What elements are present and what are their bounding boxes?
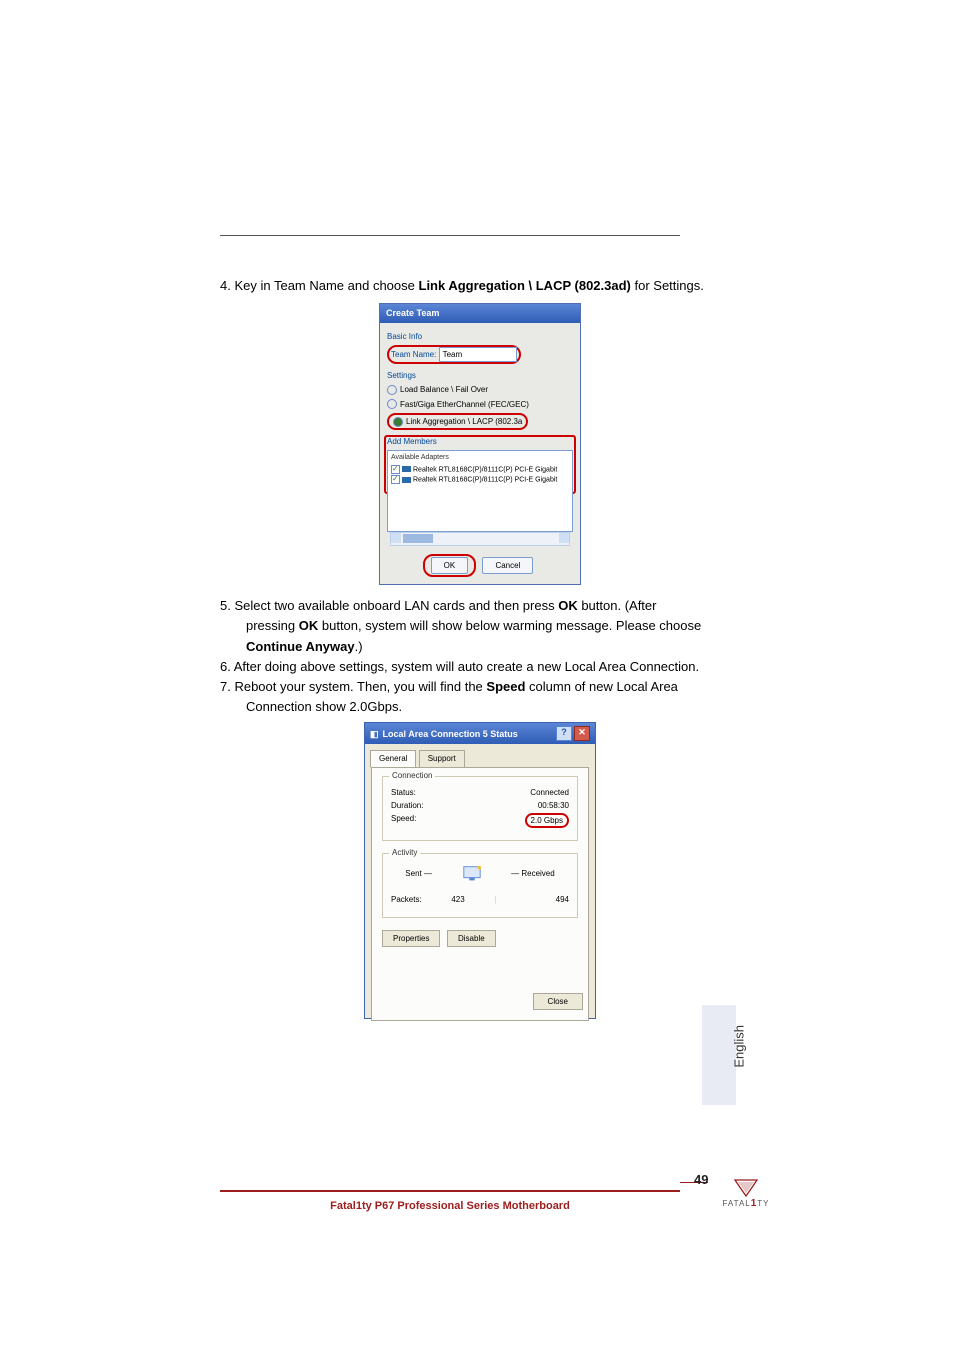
status-label: Status: <box>391 787 416 798</box>
t: column of new Local Area <box>529 679 678 694</box>
close-button[interactable]: Close <box>533 993 583 1010</box>
nic-icon <box>402 466 411 472</box>
t: 7. Reboot your system. Then, you will fi… <box>220 679 486 694</box>
t: .) <box>355 639 363 654</box>
status-pane: Connection Status: Connected Duration: 00:… <box>371 767 589 1021</box>
lacp-highlight: Link Aggregation \ LACP (802.3a <box>387 413 528 430</box>
radio-fec-gec[interactable]: Fast/Giga EtherChannel (FEC/GEC) <box>387 399 573 410</box>
step4-suffix: for Settings. <box>635 278 704 293</box>
nic-icon <box>402 477 411 483</box>
disable-button[interactable]: Disable <box>447 930 496 947</box>
top-divider <box>220 235 680 236</box>
duration-label: Duration: <box>391 800 423 811</box>
t: button. (After <box>581 598 656 613</box>
step-5-line3: Continue Anyway.) <box>246 638 740 656</box>
settings-label: Settings <box>387 370 573 381</box>
main-content: 4. Key in Team Name and choose Link Aggr… <box>220 275 740 1019</box>
status-title-text: Local Area Connection 5 Status <box>383 728 518 741</box>
ok-word-2: OK <box>299 618 319 633</box>
adapters-list[interactable]: Available Adapters Realtek RTL8168C(P)/8… <box>387 450 573 532</box>
scroll-left-icon[interactable] <box>391 533 401 543</box>
step4-prefix: 4. Key in Team Name and choose <box>220 278 419 293</box>
page-number: 49 <box>694 1172 708 1187</box>
activity-group: Activity Sent — — Received Packets: 423 … <box>382 853 578 918</box>
ok-highlight: OK <box>423 554 477 577</box>
team-name-input[interactable]: Team <box>439 347 517 362</box>
brand-ty: TY <box>757 1199 769 1208</box>
network-activity-icon <box>461 864 483 884</box>
scroll-thumb[interactable] <box>403 534 433 543</box>
tab-support[interactable]: Support <box>419 750 465 767</box>
radio-lacp[interactable]: Link Aggregation \ LACP (802.3a <box>387 413 573 430</box>
t: pressing <box>246 618 299 633</box>
language-label: English <box>732 1025 747 1068</box>
cancel-button[interactable]: Cancel <box>482 557 533 574</box>
available-adapters-header: Available Adapters <box>388 451 572 465</box>
sent-label: Sent <box>405 869 421 878</box>
t: 5. Select two available onboard LAN card… <box>220 598 558 613</box>
ok-word-1: OK <box>558 598 578 613</box>
adapter-row-1[interactable]: Realtek RTL8168C(P)/8111C(P) PCI-E Gigab… <box>388 465 572 475</box>
radio2-text: Fast/Giga EtherChannel (FEC/GEC) <box>400 400 529 409</box>
adapter-2-checkbox[interactable] <box>391 475 400 484</box>
list-scrollbar[interactable] <box>390 532 570 546</box>
footer-text: Fatal1ty P67 Professional Series Motherb… <box>220 1200 680 1212</box>
continue-anyway: Continue Anyway <box>246 639 355 654</box>
adapter-row-2[interactable]: Realtek RTL8168C(P)/8111C(P) PCI-E Gigab… <box>388 475 572 485</box>
step-7-line2: Connection show 2.0Gbps. <box>246 698 740 716</box>
help-icon[interactable]: ? <box>556 726 572 741</box>
status-window: ◧ Local Area Connection 5 Status ? ✕ Gen… <box>364 722 596 1019</box>
connection-legend: Connection <box>389 770 435 781</box>
adapter2-text: Realtek RTL8168C(P)/8111C(P) PCI-E Gigab… <box>413 476 557 483</box>
properties-button[interactable]: Properties <box>382 930 440 947</box>
step-5-line2: pressing OK button, system will show bel… <box>246 617 740 635</box>
speed-value: 2.0 Gbps <box>531 816 563 825</box>
status-window-icon: ◧ <box>370 728 379 741</box>
packets-received: 494 <box>496 894 569 905</box>
radio1-text: Load Balance \ Fail Over <box>400 385 488 394</box>
brand-word: FATAL1TY <box>722 1198 770 1209</box>
step-4: 4. Key in Team Name and choose Link Aggr… <box>220 277 740 295</box>
scroll-right-icon[interactable] <box>559 533 569 543</box>
step-5-line1: 5. Select two available onboard LAN card… <box>220 597 740 615</box>
tab-general[interactable]: General <box>370 750 416 767</box>
packets-sent: 423 <box>422 894 495 905</box>
radio3-text: Link Aggregation \ LACP (802.3a <box>406 417 522 426</box>
duration-value: 00:58:30 <box>538 800 569 811</box>
team-name-highlight: Team Name: Team <box>387 345 521 364</box>
footer-divider <box>220 1190 680 1192</box>
team-name-label: Team Name: <box>391 350 436 359</box>
speed-word: Speed <box>486 679 525 694</box>
speed-label: Speed: <box>391 813 416 828</box>
step-7-line1: 7. Reboot your system. Then, you will fi… <box>220 678 740 696</box>
status-buttons: Properties Disable <box>382 930 578 947</box>
status-tabs: General Support <box>370 749 595 766</box>
activity-legend: Activity <box>389 847 420 858</box>
connection-group: Connection Status:Connected Duration:00:… <box>382 776 578 842</box>
status-title-bar: ◧ Local Area Connection 5 Status ? ✕ <box>365 723 595 744</box>
t: button, system will show below warming m… <box>322 618 701 633</box>
ok-button[interactable]: OK <box>431 557 469 574</box>
close-icon[interactable]: ✕ <box>574 726 590 741</box>
basic-info-label: Basic Info <box>387 331 573 342</box>
step-6: 6. After doing above settings, system wi… <box>220 658 740 676</box>
status-value: Connected <box>530 787 569 798</box>
radio-load-balance[interactable]: Load Balance \ Fail Over <box>387 384 573 395</box>
fatal1ty-icon <box>733 1178 759 1198</box>
adapter1-text: Realtek RTL8168C(P)/8111C(P) PCI-E Gigab… <box>413 466 557 473</box>
brand-fatal: FATAL <box>722 1199 750 1208</box>
create-team-window: Create Team Basic Info Team Name: Team S… <box>379 303 581 585</box>
received-label: Received <box>521 869 554 878</box>
packets-label: Packets: <box>391 894 422 905</box>
step4-bold: Link Aggregation \ LACP (802.3ad) <box>419 278 631 293</box>
create-team-title: Create Team <box>380 304 580 323</box>
brand-logo: FATAL1TY <box>722 1178 770 1209</box>
speed-highlight: 2.0 Gbps <box>525 813 569 828</box>
